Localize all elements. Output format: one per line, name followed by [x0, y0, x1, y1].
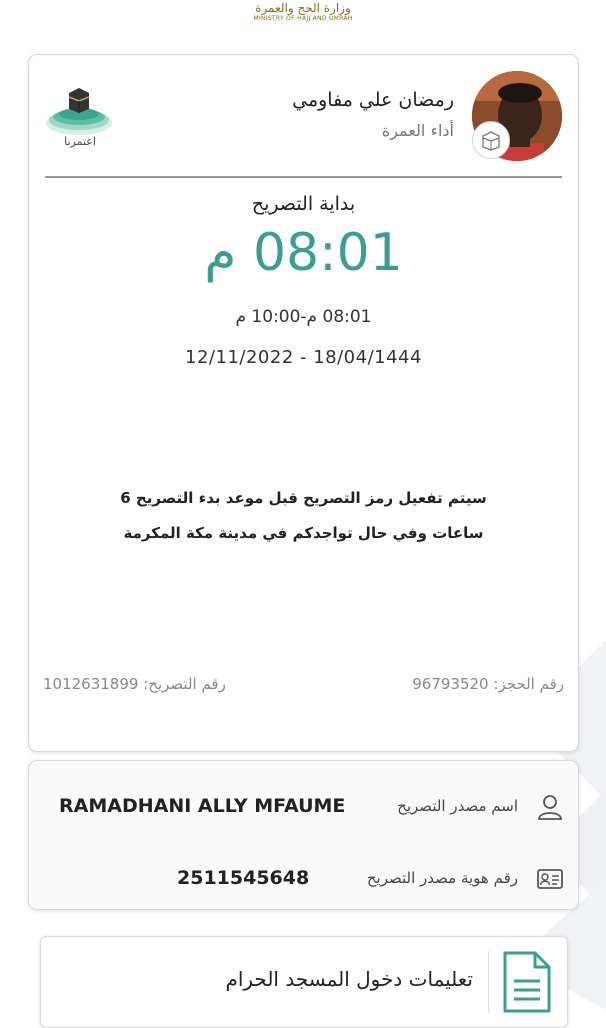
person-icon: [538, 795, 562, 820]
pilgrim-name: رمضان علي مفاومي: [292, 89, 454, 111]
booking-number-value: 96793520: [412, 675, 489, 693]
instructions-title: تعليمات دخول المسجد الحرام: [225, 967, 473, 991]
id-card-icon: [537, 869, 563, 889]
permit-time-range: 08:01 م-10:00 م: [235, 307, 372, 327]
ministry-name-en: MINISTRY OF HAJJ AND UMRAH: [253, 15, 353, 22]
notice-line-1: سيتم تفعيل رمز التصريح قبل موعد بدء التص…: [120, 489, 487, 507]
kaaba-icon: [482, 131, 500, 151]
ministry-logo: وزارة الحج والعمرة MINISTRY OF HAJJ AND …: [0, 0, 606, 40]
activation-notice: سيتم تفعيل رمز التصريح قبل موعد بدء التص…: [89, 481, 518, 551]
permit-number: رقم التصريح: 1012631899: [43, 675, 226, 693]
issuer-name-value: RAMADHANI ALLY MFAUME: [59, 795, 346, 817]
permit-card: رمضان علي مفاومي أداء العمرة اعتمرنا بدا…: [28, 54, 579, 752]
permit-start-label: بداية التصريح: [251, 193, 356, 215]
eatmarna-logo-text: اعتمرنا: [64, 135, 96, 148]
notice-line-2: ساعات وفي حال تواجدكم في مدينة مكة المكر…: [123, 524, 484, 542]
mosque-entry-instructions-button[interactable]: تعليمات دخول المسجد الحرام: [40, 936, 568, 1028]
divider: [45, 176, 562, 178]
separator: [488, 951, 489, 1013]
kaaba-badge: [472, 121, 510, 159]
permit-number-label: رقم التصريح:: [143, 675, 226, 693]
permit-start-time: 08:01 م: [204, 223, 403, 283]
document-icon: [503, 951, 551, 1013]
ministry-name-ar: وزارة الحج والعمرة: [255, 1, 351, 15]
issuer-id-label: رقم هوية مصدر التصريح: [366, 869, 518, 887]
issuer-card: اسم مصدر التصريح RAMADHANI ALLY MFAUME ر…: [28, 760, 579, 910]
permit-type: أداء العمرة: [381, 121, 454, 140]
issuer-name-label: اسم مصدر التصريح: [397, 797, 518, 815]
booking-number-label: رقم الحجز:: [493, 675, 564, 693]
booking-number: رقم الحجز: 96793520: [412, 675, 564, 693]
permit-number-value: 1012631899: [43, 675, 139, 693]
issuer-id-value: 2511545648: [177, 867, 310, 889]
permit-date-range: 12/11/2022 - 18/04/1444: [185, 347, 422, 368]
